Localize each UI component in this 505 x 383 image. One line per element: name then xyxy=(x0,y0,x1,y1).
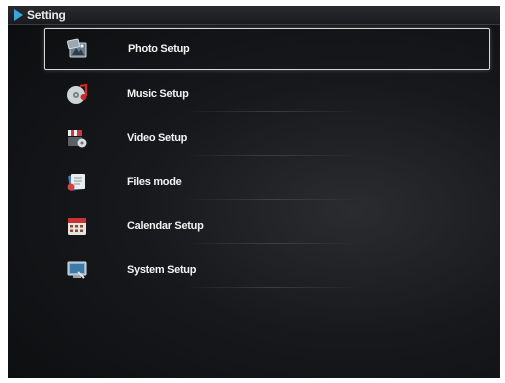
play-arrow-icon xyxy=(14,9,23,21)
menu-item-label: Video Setup xyxy=(127,132,188,144)
menu-item-label: Calendar Setup xyxy=(127,220,204,232)
menu-item-system-setup[interactable]: System Setup xyxy=(44,248,490,292)
music-icon xyxy=(67,83,88,104)
menu-item-music-setup[interactable]: Music Setup xyxy=(44,72,490,116)
page-title: Setting xyxy=(27,8,66,22)
title-bar: Setting xyxy=(8,6,500,25)
photo-icon xyxy=(67,38,87,58)
separator-line xyxy=(184,287,360,288)
calendar-icon xyxy=(68,218,86,235)
video-icon xyxy=(68,130,87,148)
separator-line xyxy=(184,155,360,156)
system-icon xyxy=(67,261,87,279)
separator-line xyxy=(184,199,360,200)
separator-line xyxy=(184,111,360,112)
menu-item-label: Music Setup xyxy=(127,88,189,100)
files-icon xyxy=(67,174,85,191)
settings-menu: Photo Setup Music Setup Video Setup File… xyxy=(44,28,490,292)
menu-item-photo-setup[interactable]: Photo Setup xyxy=(44,28,490,70)
menu-item-label: Files mode xyxy=(127,176,182,188)
menu-item-label: Photo Setup xyxy=(128,43,190,55)
menu-item-video-setup[interactable]: Video Setup xyxy=(44,116,490,160)
separator-line xyxy=(184,243,360,244)
menu-item-label: System Setup xyxy=(127,264,197,276)
settings-screen: Setting Photo Setup Music Setup Video Se… xyxy=(8,6,500,378)
menu-item-calendar-setup[interactable]: Calendar Setup xyxy=(44,204,490,248)
menu-item-files-mode[interactable]: Files mode xyxy=(44,160,490,204)
